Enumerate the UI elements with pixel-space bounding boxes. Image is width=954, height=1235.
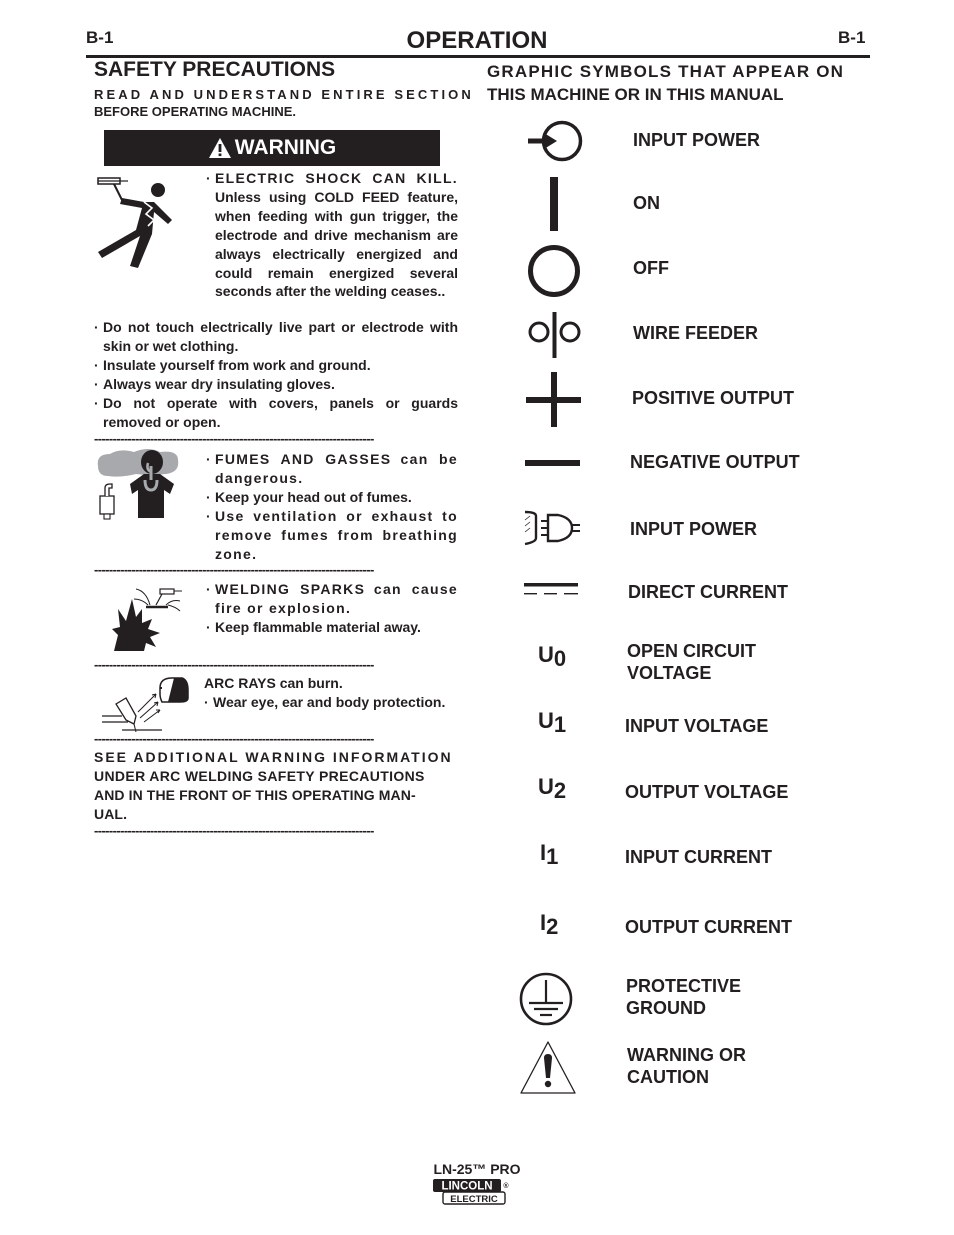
logo-top-text: LINCOLN: [441, 1181, 492, 1193]
on-icon: [550, 177, 558, 231]
symbol-label: OUTPUT VOLTAGE: [625, 782, 789, 802]
electric-shock-text: Unless using COLD FEED feature, when fee…: [215, 188, 458, 300]
dashed-separator: ----------------------------------------…: [94, 434, 374, 444]
lincoln-electric-logo: LINCOLN ELECTRIC ®: [433, 1179, 509, 1205]
fumes-warning: FUMES AND GASSES can be dangerous. Keep …: [206, 450, 458, 563]
symbol-label: INPUT POWER: [630, 519, 758, 539]
welding-sparks-icon: [112, 588, 182, 651]
fumes-lead-paragraph: FUMES AND GASSES can be dangerous.: [206, 450, 458, 488]
graphic-symbols-heading-line2: THIS MACHINE OR IN THIS MANUAL: [487, 85, 784, 104]
shock-bullet: Do not operate with covers, panels or gu…: [94, 394, 458, 432]
symbol-letter: U: [538, 642, 554, 667]
shock-bullet: Insulate yourself from work and ground.: [94, 356, 458, 375]
electric-shock-paragraph: ELECTRIC SHOCK CAN KILL. Unless using CO…: [206, 169, 458, 301]
symbol-label: PROTECTIVE GROUND: [626, 975, 741, 1019]
additional-warning-note: SEE ADDITIONAL WARNING INFORMATION UNDER…: [94, 748, 458, 824]
section-title: OPERATION: [406, 27, 548, 54]
graphic-symbols-heading: GRAPHIC SYMBOLS THAT APPEAR ON THIS MACH…: [487, 60, 865, 106]
model-name: LN-25™ PRO: [433, 1161, 521, 1177]
page-number-right: B-1: [838, 28, 866, 47]
sparks-bullet: Keep flammable material away.: [206, 618, 458, 637]
symbol-label: OFF: [633, 258, 669, 278]
wire-feeder-icon: [528, 312, 581, 358]
symbol-subscript: 2: [546, 914, 559, 939]
symbol-label-line: GROUND: [626, 998, 706, 1018]
arc-rays-icon: [102, 677, 189, 733]
symbol-label: OUTPUT CURRENT: [625, 917, 792, 937]
registered-mark: ®: [503, 1182, 509, 1190]
fumes-lead: FUMES AND GASSES: [215, 451, 392, 467]
fumes-bullet: Keep your head out of fumes.: [206, 488, 458, 507]
symbol-subscript: 1: [546, 844, 559, 869]
symbol-subscript: 0: [553, 646, 567, 671]
additional-line: SEE ADDITIONAL WARNING INFORMATION: [94, 749, 453, 765]
sparks-lead: WELDING SPARKS: [215, 581, 366, 597]
output-voltage-symbol: U2: [538, 774, 567, 803]
open-circuit-voltage-symbol: U0: [538, 642, 567, 671]
symbol-label: OPEN CIRCUIT VOLTAGE: [627, 640, 756, 684]
output-current-symbol: I2: [540, 910, 559, 939]
symbol-label-line: WARNING OR: [627, 1045, 746, 1065]
safety-subtitle-line2: BEFORE OPERATING MACHINE.: [94, 104, 296, 119]
symbol-label: INPUT POWER: [633, 130, 761, 150]
symbol-letter: U: [538, 708, 554, 733]
symbol-label-line: CAUTION: [627, 1067, 709, 1087]
warning-banner-label: WARNING: [234, 136, 337, 159]
direct-current-icon: [524, 583, 578, 595]
protective-ground-icon: [519, 972, 573, 1026]
shock-bullet: Always wear dry insulating gloves.: [94, 375, 458, 394]
electric-shock-bullets: Do not touch electrically live part or e…: [94, 318, 458, 431]
off-icon: [528, 245, 580, 297]
symbol-label-line: VOLTAGE: [627, 663, 712, 683]
additional-line: UNDER ARC WELDING SAFETY PRECAUTIONS: [94, 767, 425, 784]
symbol-subscript: 2: [553, 778, 567, 803]
fumes-bullet: Use ventilation or exhaust to remove fum…: [206, 507, 458, 564]
dashed-separator: ----------------------------------------…: [94, 734, 374, 744]
negative-output-icon: [525, 460, 580, 466]
additional-line: AND IN THE FRONT OF THIS OPERATING MAN-: [94, 786, 416, 803]
warning-banner: WARNING: [104, 130, 440, 166]
symbol-label-line: OPEN CIRCUIT: [627, 641, 757, 661]
input-power-plug-icon: [524, 510, 580, 546]
warning-triangle-icon: [520, 1041, 576, 1094]
dashed-separator: ----------------------------------------…: [94, 826, 374, 836]
shock-bullet: Do not touch electrically live part or e…: [94, 318, 458, 356]
electric-shock-icon: [97, 177, 172, 268]
electric-shock-lead: ELECTRIC SHOCK CAN KILL.: [215, 170, 458, 186]
graphic-symbols-heading-line1: GRAPHIC SYMBOLS THAT APPEAR ON: [487, 62, 845, 81]
arc-rays-warning: ARC RAYS can burn. Wear eye, ear and bod…: [204, 674, 458, 712]
sparks-lead-paragraph: WELDING SPARKS can cause fire or explosi…: [206, 580, 458, 618]
warning-triangle-icon: [208, 138, 231, 158]
symbol-label: DIRECT CURRENT: [628, 582, 788, 602]
logo-bottom-text: ELECTRIC: [450, 1194, 498, 1205]
symbol-letter: U: [538, 774, 554, 799]
positive-output-icon: [526, 372, 581, 427]
input-voltage-symbol: U1: [538, 708, 567, 737]
fumes-icon: [97, 449, 179, 520]
dashed-separator: ----------------------------------------…: [94, 660, 374, 670]
safety-precautions-heading: SAFETY PRECAUTIONS: [94, 58, 336, 81]
symbol-label: INPUT CURRENT: [625, 847, 772, 867]
arc-bullet: Wear eye, ear and body protection.: [204, 693, 458, 712]
symbol-label: POSITIVE OUTPUT: [632, 388, 795, 408]
additional-line: UAL.: [94, 805, 128, 822]
electric-shock-warning: ELECTRIC SHOCK CAN KILL. Unless using CO…: [206, 169, 458, 301]
dashed-separator: ----------------------------------------…: [94, 565, 374, 575]
symbol-subscript: 1: [553, 712, 567, 737]
symbol-label: INPUT VOLTAGE: [625, 716, 769, 736]
symbol-label-line: PROTECTIVE: [626, 976, 742, 996]
safety-subtitle: READ AND UNDERSTAND ENTIRE SECTION BEFOR…: [94, 86, 474, 120]
symbol-label: ON: [633, 193, 660, 213]
sparks-warning: WELDING SPARKS can cause fire or explosi…: [206, 580, 458, 637]
input-power-icon: [528, 120, 583, 162]
symbol-label: WARNING OR CAUTION: [627, 1044, 746, 1088]
symbol-label: NEGATIVE OUTPUT: [630, 452, 800, 472]
input-current-symbol: I1: [540, 840, 559, 869]
arc-rays-lead: ARC RAYS can burn.: [204, 675, 343, 691]
safety-subtitle-line1: READ AND UNDERSTAND ENTIRE SECTION: [94, 87, 474, 102]
symbol-label: WIRE FEEDER: [633, 323, 759, 343]
